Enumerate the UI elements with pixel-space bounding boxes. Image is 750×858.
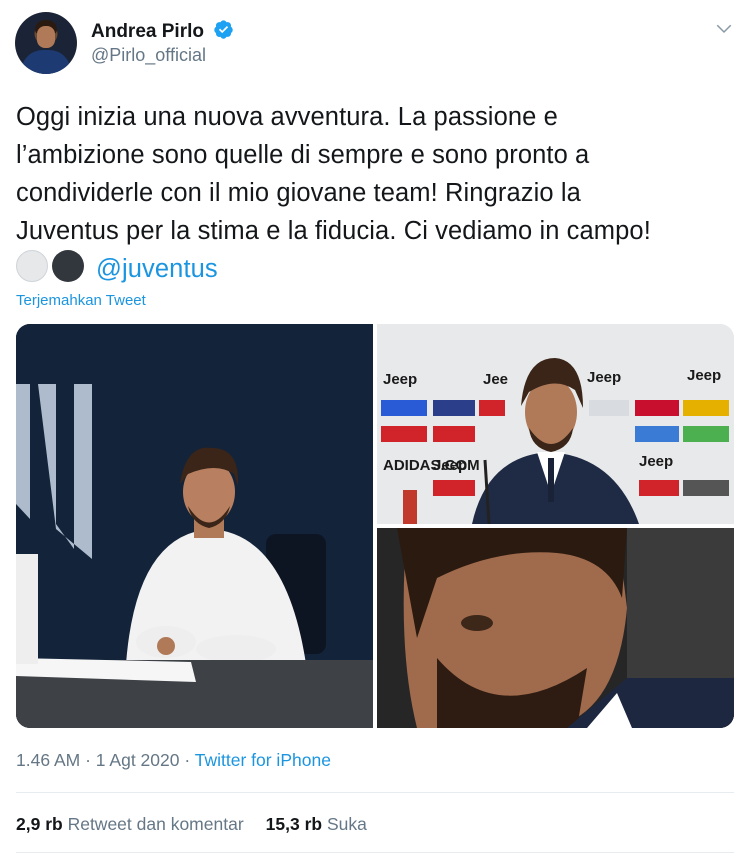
svg-text:Jeep: Jeep — [433, 457, 467, 474]
svg-text:Jeep: Jeep — [587, 369, 621, 386]
media-grid: Jeep Jee Jeep Jeep ADIDAS.COM Jeep Jeep — [16, 324, 734, 728]
photo-press-art: Jeep Jee Jeep Jeep ADIDAS.COM Jeep Jeep — [377, 324, 734, 524]
verified-badge-icon — [214, 20, 233, 39]
tweet-text: Oggi inizia una nuova avventura. La pass… — [16, 98, 736, 288]
translate-tweet-link[interactable]: Terjemahkan Tweet — [16, 292, 146, 309]
tweet-date[interactable]: 1 Agt 2020 — [96, 750, 180, 770]
tweet-line: Oggi inizia una nuova avventura. La pass… — [16, 103, 558, 131]
black-circle-icon — [52, 250, 84, 282]
white-circle-icon — [16, 250, 48, 282]
photo-signing[interactable] — [16, 324, 373, 728]
tweet-line: l’ambizione sono quelle di sempre e sono… — [16, 141, 590, 169]
chevron-down-icon[interactable] — [715, 20, 733, 38]
meta-separator: · — [184, 750, 191, 770]
retweets-label: Retweet dan komentar — [67, 814, 244, 834]
author-display-name[interactable]: Andrea Pirlo — [91, 19, 234, 43]
tweet-header: Andrea Pirlo @Pirlo_official — [15, 12, 735, 76]
avatar[interactable] — [15, 12, 77, 74]
author-name-text: Andrea Pirlo — [91, 21, 204, 42]
likes-stat[interactable]: 15,3 rb Suka — [266, 814, 367, 834]
divider — [16, 792, 734, 793]
tweet-stats: 2,9 rb Retweet dan komentar 15,3 rb Suka — [16, 814, 367, 835]
likes-count: 15,3 rb — [265, 814, 323, 834]
tweet-source-link[interactable]: Twitter for iPhone — [195, 750, 331, 770]
tweet-line: Juventus per la stima e la fiducia. Ci v… — [16, 217, 651, 245]
svg-text:Jee: Jee — [483, 371, 508, 388]
photo-press-conference[interactable]: Jeep Jee Jeep Jeep ADIDAS.COM Jeep Jeep — [377, 324, 734, 524]
divider — [16, 852, 734, 853]
svg-text:Jeep: Jeep — [383, 371, 417, 388]
photo-signing-art — [16, 324, 373, 728]
photo-closeup-art — [377, 528, 734, 728]
retweets-stat[interactable]: 2,9 rb Retweet dan komentar — [16, 814, 244, 834]
author-handle[interactable]: @Pirlo_official — [91, 45, 206, 66]
tweet-emoji-mention-line: @juventus — [16, 250, 736, 288]
likes-label: Suka — [326, 814, 367, 834]
svg-text:Jeep: Jeep — [639, 453, 673, 470]
photo-closeup[interactable] — [377, 528, 734, 728]
tweet-meta: 1.46 AM · 1 Agt 2020 · Twitter for iPhon… — [16, 750, 331, 771]
svg-text:Jeep: Jeep — [687, 367, 721, 384]
tweet-line: condividerle con il mio giovane team! Ri… — [16, 179, 581, 207]
meta-separator: · — [85, 750, 91, 770]
retweets-count: 2,9 rb — [16, 814, 63, 834]
mention-link[interactable]: @juventus — [96, 255, 218, 283]
tweet-time[interactable]: 1.46 AM — [16, 750, 80, 770]
